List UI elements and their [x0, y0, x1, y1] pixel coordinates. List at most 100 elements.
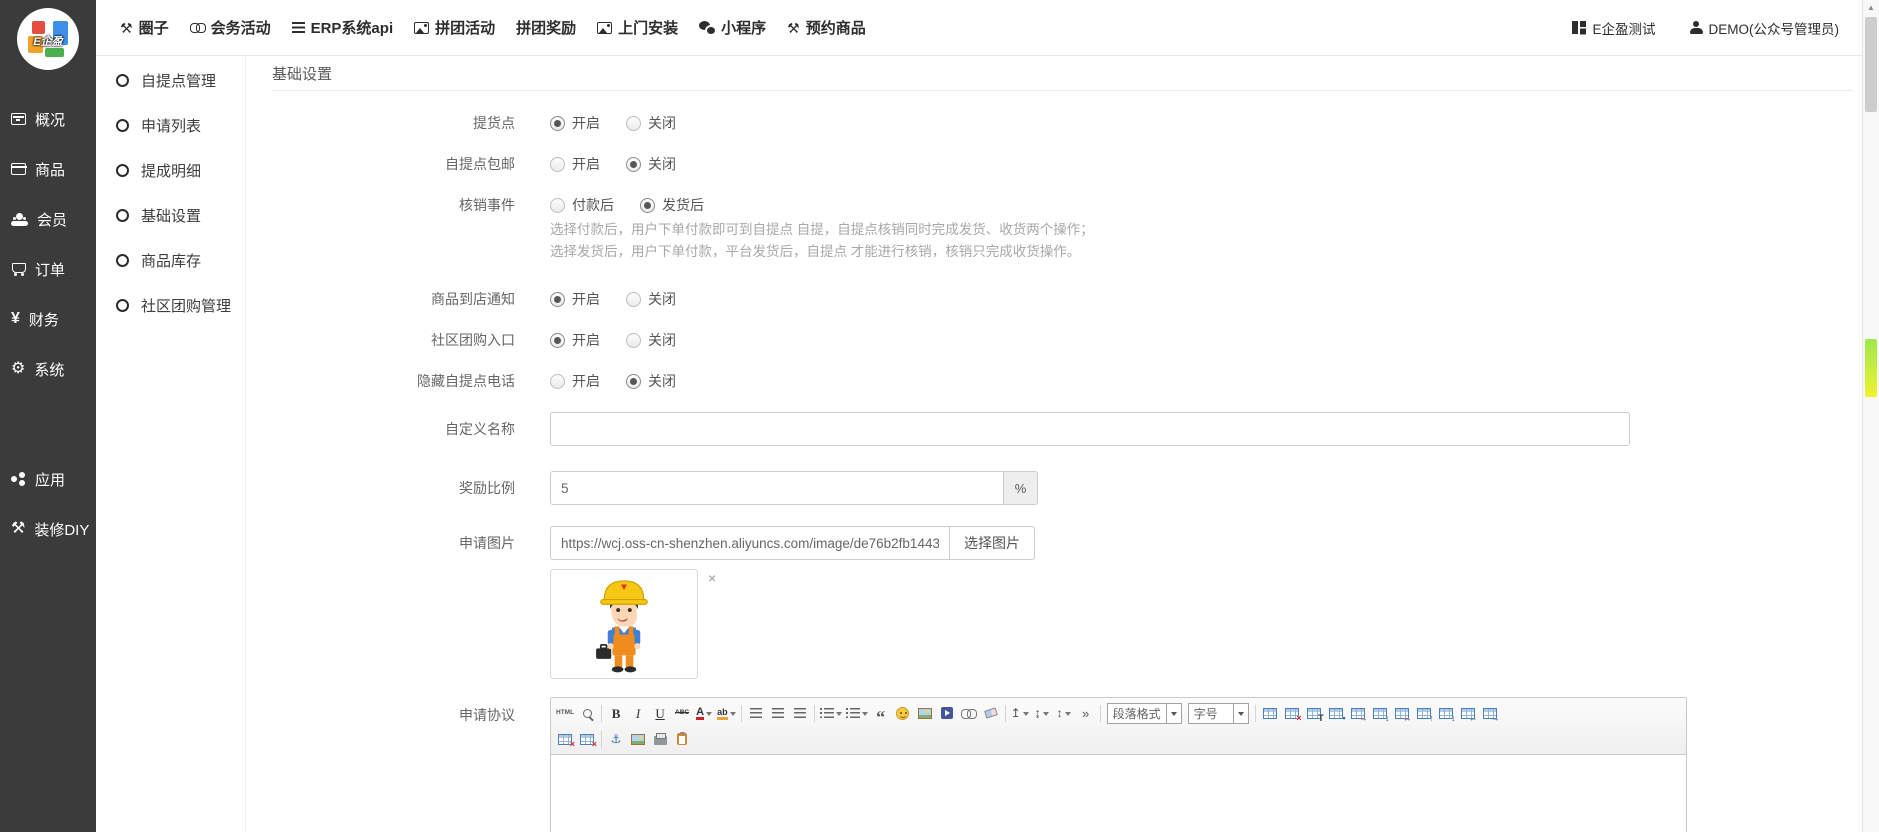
- valign-top-button[interactable]: ↥: [1009, 702, 1031, 724]
- blockquote-button[interactable]: “: [870, 702, 892, 724]
- radio-selected-icon[interactable]: [550, 292, 565, 307]
- subsidebar-item[interactable]: 申请列表: [96, 103, 245, 148]
- anchor-button[interactable]: ⚓: [605, 728, 627, 750]
- sidebar-item[interactable]: 商品: [0, 144, 96, 194]
- font-size-select[interactable]: 字号: [1188, 703, 1249, 724]
- ordered-list-button[interactable]: [818, 702, 844, 724]
- radio-option[interactable]: 关闭: [626, 154, 676, 174]
- custom-name-input[interactable]: [550, 412, 1630, 446]
- print-button[interactable]: [649, 728, 671, 750]
- reward-ratio-input[interactable]: [550, 471, 1004, 505]
- unordered-list-button[interactable]: [844, 702, 870, 724]
- topnav-item[interactable]: 小程序: [699, 17, 766, 38]
- preview-button[interactable]: [576, 702, 598, 724]
- delete-row-button[interactable]: ×: [554, 728, 576, 750]
- sidebar-item[interactable]: 概况: [0, 94, 96, 144]
- scroll-up-icon[interactable]: ▲: [1863, 0, 1879, 16]
- radio-selected-icon[interactable]: [626, 157, 641, 172]
- radio-option[interactable]: 发货后: [640, 195, 704, 215]
- insert-image-button[interactable]: [914, 702, 936, 724]
- radio-selected-icon[interactable]: [640, 198, 655, 213]
- subsidebar-item[interactable]: 社区团购管理: [96, 283, 245, 328]
- strikethrough-button[interactable]: ABC: [671, 702, 693, 724]
- insert-col-right-button[interactable]: →: [1479, 702, 1501, 724]
- radio-option[interactable]: 开启: [550, 289, 600, 309]
- sidebar-item[interactable]: ⚙系统: [0, 344, 96, 394]
- align-right-button[interactable]: [789, 702, 811, 724]
- merge-cells-down-button[interactable]: ↓: [1369, 702, 1391, 724]
- html-source-button[interactable]: HTML: [554, 702, 576, 724]
- apply-image-url-input[interactable]: [550, 526, 950, 560]
- subsidebar-item[interactable]: 自提点管理: [96, 58, 245, 103]
- radio-option[interactable]: 关闭: [626, 330, 676, 350]
- topnav-item[interactable]: 拼团活动: [414, 17, 495, 38]
- radio-selected-icon[interactable]: [550, 116, 565, 131]
- insert-row-above-button[interactable]: ↑: [1413, 702, 1435, 724]
- radio-selected-icon[interactable]: [550, 333, 565, 348]
- paste-button[interactable]: [671, 728, 693, 750]
- merge-cells-right-button[interactable]: →: [1347, 702, 1369, 724]
- app-logo[interactable]: E企盈: [17, 8, 79, 70]
- sidebar-item[interactable]: ¥财务: [0, 294, 96, 344]
- radio-option[interactable]: 开启: [550, 371, 600, 391]
- insert-picture-button[interactable]: [627, 728, 649, 750]
- cell-properties-button[interactable]: ▪: [1325, 702, 1347, 724]
- topnav-item[interactable]: 拼团奖励: [516, 17, 576, 38]
- emoticon-button[interactable]: [892, 702, 914, 724]
- table-properties-button[interactable]: T: [1303, 702, 1325, 724]
- radio-icon[interactable]: [550, 374, 565, 389]
- remove-image-icon[interactable]: ×: [708, 571, 716, 585]
- radio-option[interactable]: 付款后: [550, 195, 614, 215]
- page-scrollbar[interactable]: ▲: [1862, 0, 1879, 832]
- scrollbar-thumb[interactable]: [1865, 17, 1877, 112]
- topbar-right-item[interactable]: DEMO(公众号管理员): [1690, 18, 1840, 38]
- insert-row-below-button[interactable]: ↓: [1435, 702, 1457, 724]
- radio-icon[interactable]: [626, 116, 641, 131]
- choose-image-button[interactable]: 选择图片: [950, 526, 1035, 560]
- radio-option[interactable]: 开启: [550, 330, 600, 350]
- delete-table-button[interactable]: ×: [1281, 702, 1303, 724]
- italic-button[interactable]: I: [627, 702, 649, 724]
- align-left-button[interactable]: [745, 702, 767, 724]
- delete-col-button[interactable]: ×: [576, 728, 598, 750]
- paragraph-format-select[interactable]: 段落格式: [1107, 703, 1182, 724]
- topnav-item[interactable]: ⚒预约商品: [787, 17, 866, 38]
- radio-selected-icon[interactable]: [626, 374, 641, 389]
- sidebar-item[interactable]: ⚒装修DIY: [0, 504, 96, 554]
- radio-icon[interactable]: [550, 198, 565, 213]
- radio-option[interactable]: 关闭: [626, 371, 676, 391]
- subsidebar-item[interactable]: 商品库存: [96, 238, 245, 283]
- radio-icon[interactable]: [626, 292, 641, 307]
- radio-option[interactable]: 关闭: [626, 113, 676, 133]
- topnav-item[interactable]: 上门安装: [597, 17, 678, 38]
- indent-button[interactable]: »: [1075, 702, 1097, 724]
- radio-icon[interactable]: [626, 333, 641, 348]
- topnav-item[interactable]: ⚒圈子: [120, 17, 169, 38]
- topnav-item[interactable]: ERP系统api: [292, 17, 394, 38]
- subsidebar-item[interactable]: 提成明细: [96, 148, 245, 193]
- remove-format-button[interactable]: [980, 702, 1002, 724]
- valign-middle-button[interactable]: ↨: [1031, 702, 1053, 724]
- bold-button[interactable]: B: [605, 702, 627, 724]
- sidebar-item[interactable]: 订单: [0, 244, 96, 294]
- radio-icon[interactable]: [550, 157, 565, 172]
- align-center-button[interactable]: [767, 702, 789, 724]
- insert-table-button[interactable]: [1259, 702, 1281, 724]
- font-color-button[interactable]: A: [693, 702, 715, 724]
- sidebar-item[interactable]: 应用: [0, 454, 96, 504]
- topbar-right-item[interactable]: E企盈测试: [1572, 18, 1655, 38]
- radio-option[interactable]: 开启: [550, 113, 600, 133]
- radio-option[interactable]: 开启: [550, 154, 600, 174]
- line-spacing-button[interactable]: ↕: [1053, 702, 1075, 724]
- subsidebar-item[interactable]: 基础设置: [96, 193, 245, 238]
- split-cells-button[interactable]: ↔: [1391, 702, 1413, 724]
- insert-link-button[interactable]: [958, 702, 980, 724]
- sidebar-item[interactable]: 会员: [0, 194, 96, 244]
- topnav-item[interactable]: 会务活动: [190, 17, 271, 38]
- insert-col-left-button[interactable]: ←: [1457, 702, 1479, 724]
- editor-content[interactable]: [551, 755, 1686, 832]
- insert-media-button[interactable]: [936, 702, 958, 724]
- radio-option[interactable]: 关闭: [626, 289, 676, 309]
- highlight-color-button[interactable]: ab: [715, 702, 738, 724]
- underline-button[interactable]: U: [649, 702, 671, 724]
